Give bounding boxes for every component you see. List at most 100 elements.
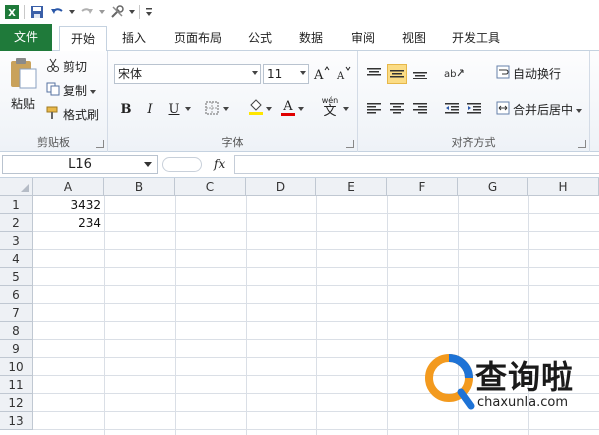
watermark-logo-icon <box>425 354 475 410</box>
increase-indent-button[interactable] <box>464 99 484 119</box>
align-center-button[interactable] <box>387 99 407 119</box>
tab-review[interactable]: 审阅 <box>341 26 385 51</box>
row-header-8[interactable]: 8 <box>0 322 33 340</box>
column-header-c[interactable]: C <box>175 178 246 196</box>
borders-icon <box>205 101 219 118</box>
formula-bar-expand-handle[interactable] <box>162 157 202 172</box>
fill-color-dropdown-icon[interactable] <box>265 99 273 119</box>
tools-icon[interactable] <box>109 4 125 20</box>
merge-center-icon <box>496 101 510 118</box>
tab-insert[interactable]: 插入 <box>112 26 156 51</box>
font-name-select[interactable]: 宋体 <box>114 64 261 84</box>
align-middle-button[interactable] <box>387 64 407 84</box>
gridline <box>33 321 599 322</box>
undo-dropdown-icon[interactable] <box>69 4 75 20</box>
ribbon-tabs: 文件 开始 插入 页面布局 公式 数据 审阅 视图 开发工具 <box>0 24 599 52</box>
row-header-4[interactable]: 4 <box>0 250 33 268</box>
column-header-g[interactable]: G <box>458 178 528 196</box>
font-launcher-icon[interactable] <box>346 140 354 148</box>
alignment-launcher-icon[interactable] <box>578 140 586 148</box>
name-box[interactable]: L16 <box>2 155 158 174</box>
column-header-a[interactable]: A <box>33 178 104 196</box>
formula-input[interactable] <box>234 155 599 174</box>
cut-label: 剪切 <box>63 60 88 74</box>
format-painter-button[interactable]: 格式刷 <box>46 106 99 123</box>
align-top-button[interactable] <box>364 64 384 84</box>
insert-function-button[interactable]: fx <box>214 157 225 171</box>
shrink-font-button[interactable]: A <box>334 64 354 84</box>
align-bottom-button[interactable] <box>410 64 430 84</box>
redo-dropdown-icon[interactable] <box>99 4 105 20</box>
row-header-1[interactable]: 1 <box>0 196 33 214</box>
row-header-10[interactable]: 10 <box>0 358 33 376</box>
cell-a1[interactable]: 3432 <box>33 196 104 214</box>
ribbon: 粘贴 剪切 复制 格式刷 剪贴板 宋体 11 A A B I U A wén 文… <box>0 51 599 152</box>
name-box-dropdown-icon[interactable] <box>144 162 152 167</box>
fill-color-button[interactable] <box>246 98 266 118</box>
align-center-icon <box>390 102 404 117</box>
tab-file[interactable]: 文件 <box>0 24 52 51</box>
merge-center-dropdown-icon[interactable] <box>576 103 583 117</box>
column-header-b[interactable]: B <box>104 178 175 196</box>
cell-a2[interactable]: 234 <box>33 214 104 232</box>
svg-text:X: X <box>8 8 16 19</box>
gridline <box>33 285 599 286</box>
orientation-icon: ab <box>444 67 466 82</box>
save-icon[interactable] <box>29 4 45 20</box>
font-size-select[interactable]: 11 <box>263 64 309 84</box>
row-header-5[interactable]: 5 <box>0 268 33 286</box>
copy-label: 复制 <box>63 84 88 98</box>
decrease-indent-button[interactable] <box>442 99 462 119</box>
font-color-dropdown-icon[interactable] <box>297 99 305 119</box>
undo-icon[interactable] <box>49 4 65 20</box>
svg-text:ab: ab <box>444 69 456 79</box>
wrap-text-button[interactable]: 自动换行 <box>496 65 561 82</box>
borders-dropdown-icon[interactable] <box>222 99 230 119</box>
tab-developer[interactable]: 开发工具 <box>444 26 508 51</box>
font-size-value: 11 <box>267 67 283 81</box>
tools-dropdown-icon[interactable] <box>129 4 135 20</box>
alignment-group-label: 对齐方式 <box>451 136 496 149</box>
italic-button[interactable]: I <box>140 99 160 119</box>
row-header-12[interactable]: 12 <box>0 394 33 412</box>
clipboard-launcher-icon[interactable] <box>96 140 104 148</box>
redo-icon[interactable] <box>79 4 95 20</box>
underline-dropdown-icon[interactable] <box>184 99 192 119</box>
column-header-d[interactable]: D <box>246 178 316 196</box>
copy-dropdown-icon[interactable] <box>90 84 97 98</box>
select-all-button[interactable] <box>0 178 33 196</box>
clipboard-group: 粘贴 剪切 复制 格式刷 剪贴板 <box>0 51 108 152</box>
row-header-11[interactable]: 11 <box>0 376 33 394</box>
cut-button[interactable]: 剪切 <box>46 58 87 75</box>
tab-home[interactable]: 开始 <box>59 26 107 52</box>
customize-icon[interactable] <box>144 4 154 20</box>
row-header-3[interactable]: 3 <box>0 232 33 250</box>
name-box-value: L16 <box>68 157 92 172</box>
row-header-7[interactable]: 7 <box>0 304 33 322</box>
tab-page-layout[interactable]: 页面布局 <box>166 26 230 51</box>
borders-button[interactable] <box>202 99 222 119</box>
column-header-e[interactable]: E <box>316 178 387 196</box>
phonetic-dropdown-icon[interactable] <box>342 99 350 119</box>
paste-button[interactable]: 粘贴 <box>6 57 40 115</box>
column-header-f[interactable]: F <box>387 178 458 196</box>
gridline <box>33 339 599 340</box>
column-header-h[interactable]: H <box>528 178 599 196</box>
bold-button[interactable]: B <box>116 99 136 119</box>
copy-button[interactable]: 复制 <box>46 82 97 99</box>
orientation-button[interactable]: ab <box>442 64 468 84</box>
align-left-button[interactable] <box>364 99 384 119</box>
align-right-button[interactable] <box>410 99 430 119</box>
tab-data[interactable]: 数据 <box>289 26 333 51</box>
row-header-13[interactable]: 13 <box>0 412 33 430</box>
merge-center-button[interactable]: 合并后居中 <box>496 101 583 118</box>
font-color-button[interactable]: A <box>278 98 298 118</box>
row-header-6[interactable]: 6 <box>0 286 33 304</box>
row-header-2[interactable]: 2 <box>0 214 33 232</box>
underline-button[interactable]: U <box>164 99 184 119</box>
tab-view[interactable]: 视图 <box>392 26 436 51</box>
phonetic-button[interactable]: wén 文 <box>319 96 341 118</box>
row-header-9[interactable]: 9 <box>0 340 33 358</box>
grow-font-button[interactable]: A <box>312 64 332 84</box>
tab-formulas[interactable]: 公式 <box>238 26 282 51</box>
